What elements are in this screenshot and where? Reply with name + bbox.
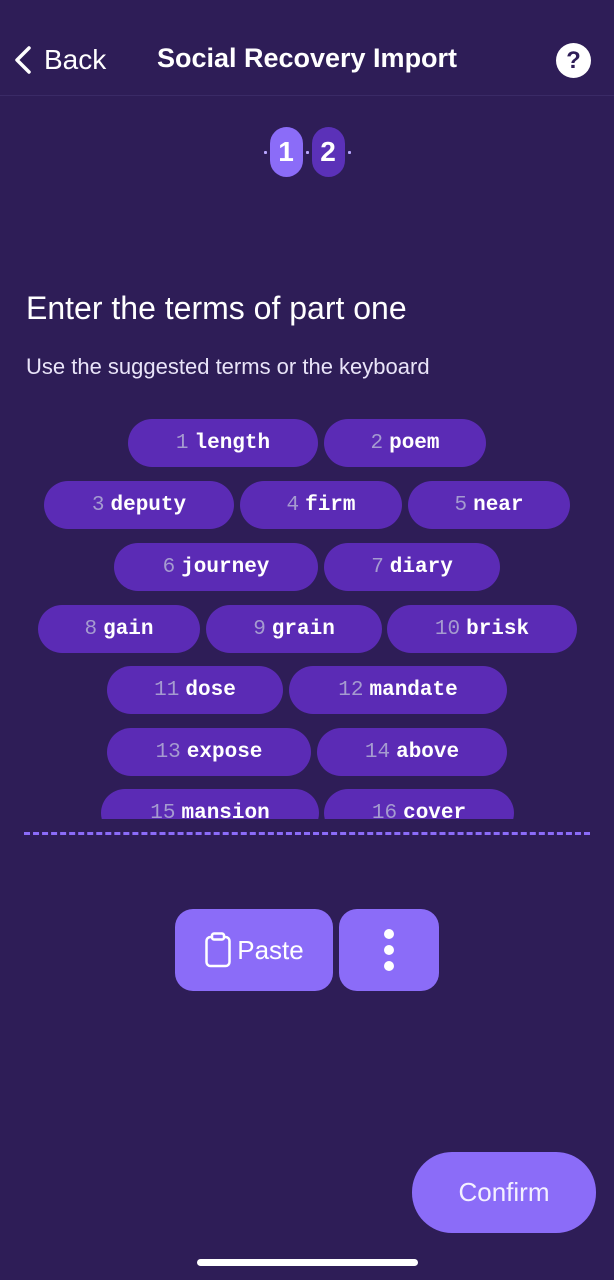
section-heading: Enter the terms of part one: [26, 290, 407, 326]
term-number: 6: [162, 555, 176, 579]
step-indicator: 1 2: [0, 127, 614, 177]
help-icon[interactable]: ?: [556, 43, 591, 78]
screen: Back Social Recovery Import ? 1 2 Enter …: [0, 0, 614, 1280]
term-chip[interactable]: 8 gain: [38, 605, 200, 653]
term-chip[interactable]: 2 poem: [324, 419, 486, 467]
term-number: 7: [371, 555, 384, 579]
more-options-button[interactable]: [339, 909, 439, 991]
term-number: 5: [454, 493, 468, 517]
more-vertical-icon: [384, 929, 394, 971]
term-number: 4: [286, 493, 300, 517]
term-chip[interactable]: 11 dose: [107, 666, 283, 714]
term-number: 1: [175, 431, 189, 455]
term-number: 16: [371, 801, 398, 820]
term-chip[interactable]: 1 length: [128, 419, 318, 467]
term-number: 13: [155, 740, 181, 764]
term-chip[interactable]: 13 expose: [107, 728, 311, 776]
term-number: 2: [370, 431, 384, 455]
step-connector: [263, 150, 267, 154]
term-number: 9: [253, 617, 266, 641]
term-chip[interactable]: 6 journey: [114, 543, 318, 591]
paste-label: Paste: [237, 934, 304, 965]
term-chip[interactable]: 4 firm: [240, 481, 402, 529]
term-number: 8: [84, 617, 98, 641]
term-word: firm: [305, 493, 356, 517]
term-number: 10: [434, 617, 461, 641]
term-chip[interactable]: 15 mansion: [101, 789, 319, 819]
paste-button[interactable]: Paste: [175, 909, 333, 991]
term-word: deputy: [110, 493, 187, 517]
term-word: gain: [103, 617, 154, 641]
term-word: mansion: [181, 801, 270, 820]
term-word: dose: [185, 678, 236, 702]
term-chip[interactable]: 16 cover: [324, 789, 514, 819]
term-word: mandate: [369, 678, 458, 702]
term-chip[interactable]: 3 deputy: [44, 481, 234, 529]
term-word: length: [194, 431, 271, 455]
home-indicator: [197, 1259, 418, 1266]
term-chip[interactable]: 14 above: [317, 728, 507, 776]
confirm-button[interactable]: Confirm: [412, 1152, 596, 1233]
term-number: 12: [338, 678, 364, 702]
term-word: cover: [403, 801, 467, 820]
term-chip[interactable]: 5 near: [408, 481, 570, 529]
step-connector: [347, 150, 351, 154]
term-word: diary: [389, 555, 453, 579]
term-number: 11: [154, 678, 180, 702]
term-word: grain: [271, 617, 335, 641]
section-subheading: Use the suggested terms or the keyboard: [26, 354, 430, 379]
term-number: 15: [150, 801, 176, 820]
term-chip[interactable]: 7 diary: [324, 543, 500, 591]
term-word: poem: [389, 431, 440, 455]
step-2: 2: [311, 127, 345, 177]
term-word: journey: [181, 555, 270, 579]
step-1: 1: [269, 127, 303, 177]
term-number: 3: [91, 493, 105, 517]
clipboard-icon: [205, 932, 231, 968]
step-connector: [305, 150, 309, 154]
input-divider: [24, 832, 590, 835]
term-word: near: [473, 493, 524, 517]
page-title: Social Recovery Import: [156, 43, 458, 73]
term-word: brisk: [466, 617, 530, 641]
term-chip[interactable]: 10 brisk: [387, 605, 577, 653]
term-number: 14: [364, 740, 391, 764]
term-word: expose: [186, 740, 263, 764]
term-chip[interactable]: 9 grain: [206, 605, 382, 653]
suggested-terms-list: 1 length 2 poem 3 deputy 4 firm 5 near 6 journ…: [0, 419, 614, 819]
nav-header: Back Social Recovery Import ?: [0, 0, 614, 96]
term-word: above: [396, 740, 460, 764]
term-chip[interactable]: 12 mandate: [289, 666, 507, 714]
